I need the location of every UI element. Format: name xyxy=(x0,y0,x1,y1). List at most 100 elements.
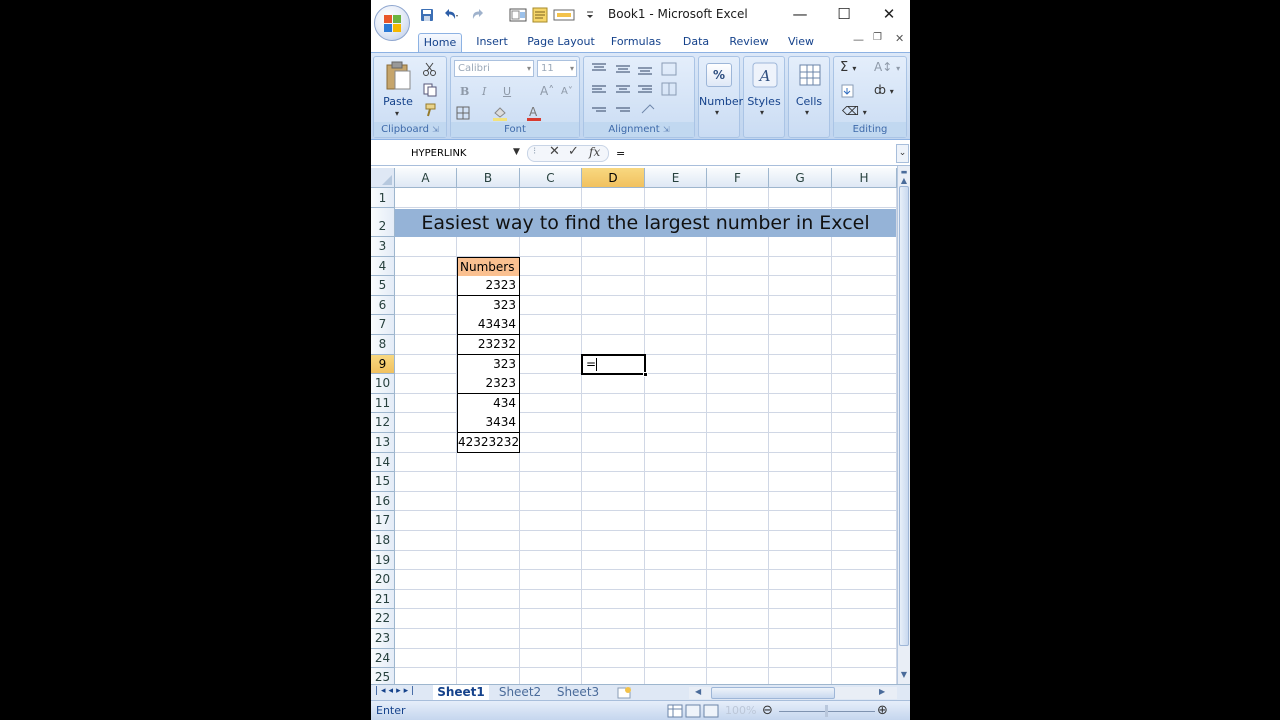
horizontal-scrollbar[interactable]: ◀ ▶ xyxy=(689,687,897,699)
sheet-tab-sheet3[interactable]: Sheet3 xyxy=(551,685,605,701)
row-header-22[interactable]: 22 xyxy=(371,609,395,629)
row-header-19[interactable]: 19 xyxy=(371,550,395,571)
undo-icon[interactable] xyxy=(441,7,459,23)
minimize-button[interactable]: — xyxy=(785,4,815,24)
view-buttons-icon[interactable] xyxy=(667,704,719,718)
vertical-scroll-thumb[interactable] xyxy=(899,186,909,646)
split-box-icon[interactable]: ▬ xyxy=(898,168,910,176)
zoom-in-icon[interactable]: ⊕ xyxy=(877,703,888,718)
number-cell[interactable]: 42323232 xyxy=(457,433,520,454)
tab-formulas[interactable]: Formulas xyxy=(607,33,665,52)
row-header-17[interactable]: 17 xyxy=(371,511,395,531)
number-cell[interactable]: 2323 xyxy=(457,374,520,395)
number-cell[interactable]: 434 xyxy=(457,393,520,414)
scroll-left-icon[interactable]: ◀ xyxy=(695,687,701,696)
expand-formula-bar-icon[interactable]: ⌄ xyxy=(896,144,909,163)
sheet-tab-sheet2[interactable]: Sheet2 xyxy=(493,685,547,701)
alignment-launcher-icon[interactable]: ⇲ xyxy=(663,125,670,134)
find-select-icon[interactable]: ȸ ▾ xyxy=(874,83,894,97)
row-header-14[interactable]: 14 xyxy=(371,452,395,473)
column-header-a[interactable]: A xyxy=(395,168,457,188)
row-header-23[interactable]: 23 xyxy=(371,629,395,649)
row-header-6[interactable]: 6 xyxy=(371,295,395,316)
row-header-15[interactable]: 15 xyxy=(371,472,395,492)
number-cell[interactable]: 323 xyxy=(457,295,520,316)
fill-color-icon[interactable] xyxy=(491,105,511,121)
spelling-icon[interactable] xyxy=(531,7,549,23)
row-header-21[interactable]: 21 xyxy=(371,589,395,610)
close-button[interactable]: ✕ xyxy=(874,4,904,24)
row-header-10[interactable]: 10 xyxy=(371,374,395,394)
row-header-18[interactable]: 18 xyxy=(371,531,395,551)
row-header-3[interactable]: 3 xyxy=(371,237,395,257)
column-header-e[interactable]: E xyxy=(645,168,707,188)
column-header-h[interactable]: H xyxy=(832,168,897,188)
tab-page-layout[interactable]: Page Layout xyxy=(524,33,598,52)
tab-insert[interactable]: Insert xyxy=(470,33,514,52)
redo-icon[interactable] xyxy=(471,7,489,23)
title-banner[interactable]: Easiest way to find the largest number i… xyxy=(395,209,896,237)
zoom-slider-thumb[interactable] xyxy=(825,705,828,717)
workbook-close-button[interactable]: ✕ xyxy=(895,32,904,45)
row-header-20[interactable]: 20 xyxy=(371,570,395,590)
maximize-button[interactable]: ☐ xyxy=(829,4,859,24)
tab-home[interactable]: Home xyxy=(418,33,462,52)
clipboard-launcher-icon[interactable]: ⇲ xyxy=(432,125,439,134)
row-header-1[interactable]: 1 xyxy=(371,188,395,208)
row-header-13[interactable]: 13 xyxy=(371,433,395,453)
zoom-out-icon[interactable]: ⊖ xyxy=(762,703,773,718)
sort-filter-icon[interactable]: A↕ ▾ xyxy=(874,60,900,74)
horizontal-scroll-thumb[interactable] xyxy=(711,687,835,699)
scroll-up-icon[interactable]: ▲ xyxy=(898,176,910,186)
name-box-dropdown-icon[interactable]: ▼ xyxy=(513,147,520,157)
ribbon-restore-button[interactable]: ❐ xyxy=(873,32,882,43)
font-name-combo[interactable]: Calibri ▾ xyxy=(454,60,534,77)
font-size-combo[interactable]: 11 ▾ xyxy=(537,60,577,77)
select-all-button[interactable] xyxy=(371,168,395,188)
scroll-right-icon[interactable]: ▶ xyxy=(879,687,885,696)
row-header-2[interactable]: 2 xyxy=(371,208,395,237)
alignment-buttons-icon[interactable] xyxy=(590,61,690,121)
cancel-entry-icon[interactable]: ✕ xyxy=(549,144,560,159)
underline-button[interactable]: U xyxy=(497,83,517,101)
fill-icon[interactable] xyxy=(840,84,860,98)
copy-icon[interactable] xyxy=(422,83,438,97)
number-cell[interactable]: 2323 xyxy=(457,276,520,297)
insert-sheet-icon[interactable] xyxy=(617,687,633,699)
insert-function-icon[interactable]: fx xyxy=(589,145,600,159)
shrink-font-button[interactable]: A˅ xyxy=(557,83,577,101)
row-header-4[interactable]: 4 xyxy=(371,256,395,277)
customize-toolbar-icon[interactable] xyxy=(585,7,595,23)
form-icon[interactable] xyxy=(553,7,575,23)
formula-input[interactable]: = xyxy=(611,144,895,163)
number-cell[interactable]: 23232 xyxy=(457,335,520,356)
confirm-entry-icon[interactable]: ✓ xyxy=(568,144,579,159)
row-header-7[interactable]: 7 xyxy=(371,315,395,335)
sheet-tab-sheet1[interactable]: Sheet1 xyxy=(433,685,489,701)
numbers-header-cell[interactable]: Numbers xyxy=(457,256,520,278)
fill-handle[interactable] xyxy=(643,372,648,378)
borders-icon[interactable] xyxy=(456,106,472,120)
tab-review[interactable]: Review xyxy=(725,33,773,52)
column-header-f[interactable]: F xyxy=(707,168,769,188)
row-header-16[interactable]: 16 xyxy=(371,491,395,512)
grow-font-button[interactable]: A˄ xyxy=(536,83,556,101)
cells-group[interactable]: Cells ▾ xyxy=(788,56,830,138)
row-header-5[interactable]: 5 xyxy=(371,276,395,296)
number-cell[interactable]: 3434 xyxy=(457,413,520,434)
styles-group[interactable]: A Styles ▾ xyxy=(743,56,785,138)
row-header-9[interactable]: 9 xyxy=(371,354,395,375)
save-icon[interactable] xyxy=(419,7,435,23)
row-header-12[interactable]: 12 xyxy=(371,413,395,433)
ribbon-minimize-button[interactable]: — xyxy=(853,33,864,46)
column-header-g[interactable]: G xyxy=(769,168,832,188)
bold-button[interactable]: B xyxy=(454,83,474,101)
row-header-8[interactable]: 8 xyxy=(371,335,395,355)
number-group[interactable]: % Number ▾ xyxy=(698,56,743,138)
paste-button[interactable]: Paste ▾ xyxy=(378,59,418,119)
tab-data[interactable]: Data xyxy=(676,33,716,52)
active-cell-d9[interactable]: = xyxy=(581,353,648,378)
font-color-icon[interactable]: A xyxy=(525,105,545,121)
number-cell[interactable]: 43434 xyxy=(457,315,520,336)
column-header-c[interactable]: C xyxy=(520,168,582,188)
